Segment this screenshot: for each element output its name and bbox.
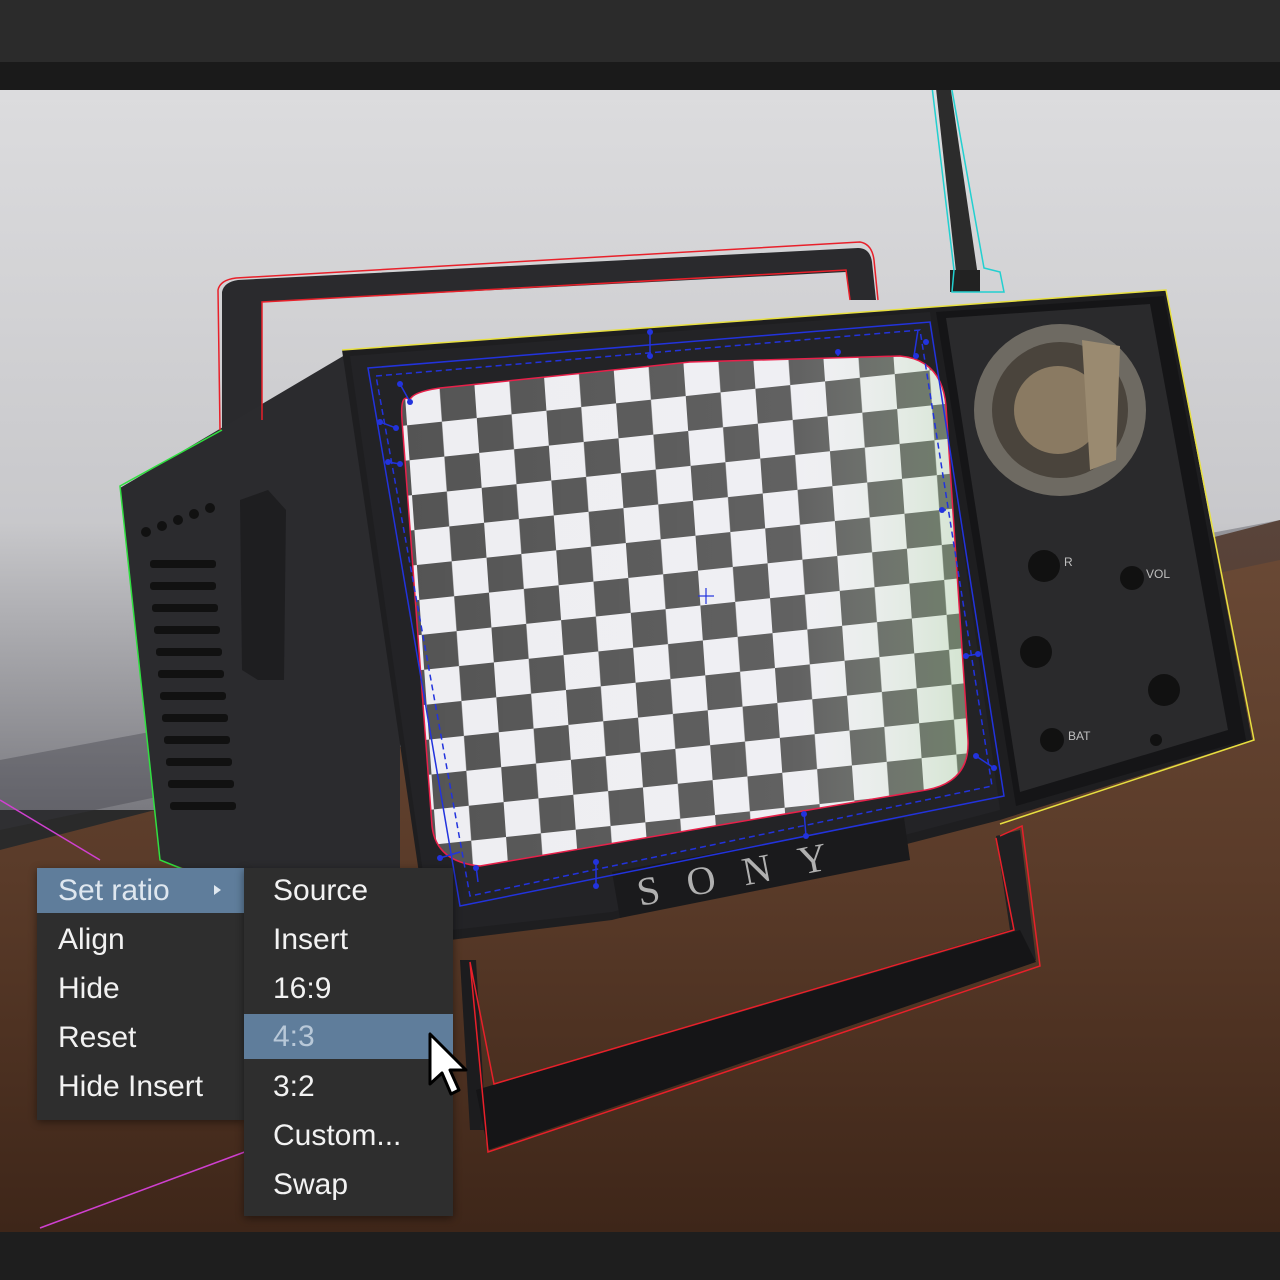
- menu-item-align[interactable]: Align: [37, 917, 245, 962]
- menu-item-label: Source: [273, 874, 369, 907]
- menu-item-label: 16:9: [273, 972, 332, 1005]
- menu-item-label: Insert: [273, 923, 349, 956]
- ratio-item-3-2[interactable]: 3:2: [244, 1064, 453, 1109]
- ratio-item-16-9[interactable]: 16:9: [244, 966, 453, 1011]
- menu-item-label: Hide Insert: [58, 1070, 204, 1103]
- menu-item-label: Align: [58, 923, 125, 956]
- menu-item-label: Swap: [273, 1168, 349, 1201]
- ratio-item-insert[interactable]: Insert: [244, 917, 453, 962]
- context-menu: Set ratio Align Hide Reset Hide Insert: [37, 868, 245, 1120]
- ratio-item-4-3[interactable]: 4:3: [244, 1014, 453, 1059]
- ratio-submenu: Source Insert 16:9 4:3 3:2 Custom... Swa…: [244, 868, 453, 1216]
- menu-item-label: 3:2: [273, 1070, 315, 1103]
- menu-item-hide-insert[interactable]: Hide Insert: [37, 1064, 245, 1109]
- control-label-bat: BAT: [1068, 729, 1091, 743]
- control-label-r: R: [1064, 555, 1073, 569]
- top-toolbar: [0, 0, 1280, 62]
- control-label-vol: VOL: [1146, 567, 1170, 581]
- menu-item-label: Custom...: [273, 1119, 402, 1152]
- menu-item-label: Hide: [58, 972, 120, 1005]
- ratio-item-custom[interactable]: Custom...: [244, 1113, 453, 1158]
- menu-item-set-ratio[interactable]: Set ratio: [37, 868, 245, 913]
- menu-item-reset[interactable]: Reset: [37, 1015, 245, 1060]
- triangle-right-icon: [214, 885, 221, 895]
- ratio-item-swap[interactable]: Swap: [244, 1162, 453, 1207]
- menu-item-label: Set ratio: [58, 874, 170, 907]
- arrow-pointer-icon: [428, 1032, 468, 1096]
- menu-item-hide[interactable]: Hide: [37, 966, 245, 1011]
- status-bar: [0, 1232, 1280, 1280]
- ratio-item-source[interactable]: Source: [244, 868, 453, 913]
- menu-item-label: Reset: [58, 1021, 137, 1054]
- menu-item-label: 4:3: [273, 1020, 315, 1053]
- tv-screen-insert: [401, 356, 969, 866]
- tab-strip: [0, 62, 1280, 90]
